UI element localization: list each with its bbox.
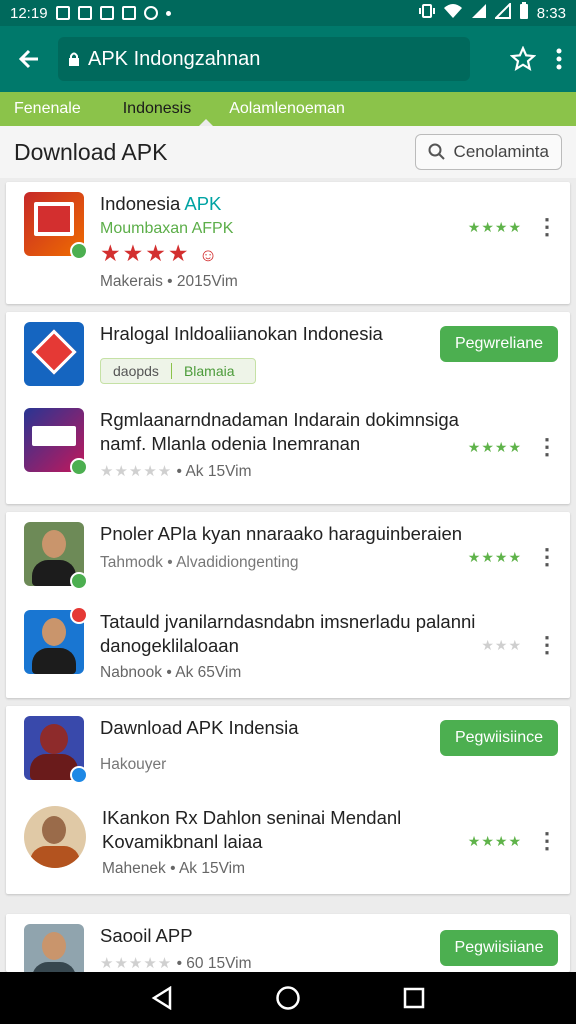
list-item[interactable]: Saooil APP ★★★★★ • 60 15Vim Pegwiisiiane: [6, 914, 570, 972]
install-button[interactable]: Pegwiisiince: [440, 720, 558, 756]
item-meta: Makerais • 2015Vim: [100, 273, 238, 290]
list-item[interactable]: Pnoler APla kyan nnaraako haraguinberaie…: [6, 512, 570, 600]
verified-badge-icon: [70, 458, 88, 476]
url-text: APK Indongzahnan: [88, 47, 261, 70]
message-icon: [77, 6, 92, 20]
list-item[interactable]: Indonesia APK Moumbaxan AFPK ★★★★ ☺ Make…: [6, 182, 570, 299]
arrow-left-icon: [18, 49, 38, 69]
item-meta: Ak 15Vim: [185, 463, 252, 480]
item-title-accent: APK: [184, 193, 222, 214]
more-options-icon[interactable]: ⋮: [536, 634, 558, 656]
app-icon: [24, 322, 84, 386]
mini-rating-stars: ★★★★: [467, 438, 522, 455]
item-title: Rgmlaanarndnadaman Indarain dokimnsiga n…: [100, 409, 459, 454]
avatar: [24, 924, 84, 972]
signal-icon: [471, 3, 487, 23]
item-title: Dawnload APK Indensia: [100, 717, 299, 738]
search-label: Cenolaminta: [453, 142, 549, 161]
app-icon: [24, 192, 88, 260]
back-triangle-icon[interactable]: [151, 986, 173, 1010]
list-item[interactable]: Dawnload APK Indensia Hakouyer Pegwiisii…: [6, 706, 570, 796]
item-meta: Tahmodk • Alvadidiongenting: [100, 554, 299, 571]
more-options-icon[interactable]: ⋮: [536, 436, 558, 458]
status-right-time: 8:33: [536, 4, 566, 22]
install-button[interactable]: Pegwiisiiane: [440, 930, 558, 966]
mini-rating-stars: ★★★★: [467, 832, 522, 849]
install-button[interactable]: Pegwreliane: [440, 326, 558, 362]
chip[interactable]: daopds: [101, 363, 171, 379]
mini-rating-stars: ★★★★: [467, 218, 522, 235]
star-icon[interactable]: [510, 46, 536, 72]
system-nav-bar: [0, 972, 576, 1024]
search-button[interactable]: Cenolaminta: [414, 134, 562, 170]
avatar: [24, 606, 88, 674]
chrome-icon: [143, 6, 158, 20]
tab-1[interactable]: Fenenale: [0, 92, 95, 126]
app-card: Indonesia APK Moumbaxan AFPK ★★★★ ☺ Make…: [6, 182, 570, 304]
mini-rating-stars: ★★★: [481, 636, 522, 653]
search-icon: [428, 143, 445, 160]
more-vert-icon[interactable]: [556, 48, 562, 70]
wifi-icon: [443, 3, 463, 23]
item-meta: Nabnook • Ak 65Vim: [100, 664, 242, 681]
home-circle-icon[interactable]: [275, 985, 301, 1011]
rating-stars: ★★★★ ☺: [100, 240, 220, 266]
verified-badge-icon: [70, 766, 88, 784]
tab-2[interactable]: Indonesis: [109, 92, 213, 126]
photo-icon: [121, 6, 136, 20]
avatar: [24, 716, 88, 784]
more-options-icon[interactable]: ⋮: [536, 830, 558, 852]
item-title: Indonesia: [100, 193, 185, 214]
verified-badge-icon: [70, 242, 88, 260]
battery-icon: [519, 2, 529, 24]
avatar: [24, 806, 86, 868]
more-options-icon[interactable]: ⋮: [536, 546, 558, 568]
notification-icon: [55, 6, 70, 20]
app-icon: [24, 408, 88, 476]
item-title: Pnoler APla kyan nnaraako haraguinberaie…: [100, 523, 463, 544]
recents-square-icon[interactable]: [403, 987, 425, 1009]
tag-chips: daopds Blamaia: [100, 358, 256, 384]
list-item[interactable]: Tatauld jvanilarndasndabn imsnerladu pal…: [6, 600, 570, 690]
item-meta: Mahenek • Ak 15Vim: [102, 860, 245, 877]
status-bar: 12:19 8:33: [0, 0, 576, 26]
tab-bar: Fenenale Indonesis Aolamlenoeman: [0, 92, 576, 126]
app-bar: APK Indongzahnan: [0, 26, 576, 92]
address-bar[interactable]: APK Indongzahnan: [58, 37, 470, 81]
section-title: Download APK: [14, 138, 168, 165]
rating-stars: ★★★★★: [100, 463, 173, 480]
tab-3[interactable]: Aolamlenoeman: [215, 92, 359, 126]
app-card: Dawnload APK Indensia Hakouyer Pegwiisii…: [6, 706, 570, 894]
list-item[interactable]: Rgmlaanarndnadaman Indarain dokimnsiga n…: [6, 402, 570, 489]
back-button[interactable]: [0, 26, 58, 92]
status-time: 12:19: [10, 4, 48, 22]
list-item[interactable]: Hralogal Inldoaliianokan Indonesia daopd…: [6, 312, 570, 402]
verified-badge-icon: [70, 572, 88, 590]
app-card: Hralogal Inldoaliianokan Indonesia daopd…: [6, 312, 570, 504]
item-meta: Hakouyer: [100, 756, 167, 773]
vibrate-icon: [418, 4, 435, 22]
download-icon: [99, 6, 114, 20]
signal-alt-icon: [493, 1, 511, 23]
avatar: [24, 522, 88, 590]
mini-rating-stars: ★★★★: [467, 548, 522, 565]
item-meta: • 60 15Vim: [176, 955, 252, 972]
item-title: Saooil APP: [100, 925, 193, 946]
item-title: Hralogal Inldoaliianokan Indonesia: [100, 323, 383, 344]
list-item[interactable]: IKankon Rx Dahlon seninai Mendanl Kovami…: [6, 796, 570, 886]
more-notifications-icon: [165, 10, 171, 16]
chip[interactable]: Blamaia: [172, 363, 247, 379]
section-header: Download APK Cenolaminta: [0, 126, 576, 178]
app-card: Pnoler APla kyan nnaraako haraguinberaie…: [6, 512, 570, 698]
lock-icon: [69, 52, 79, 66]
app-card: Saooil APP ★★★★★ • 60 15Vim Pegwiisiiane: [6, 914, 570, 972]
item-title: IKankon Rx Dahlon seninai Mendanl Kovami…: [102, 807, 402, 852]
rating-stars: ★★★★★: [100, 955, 173, 972]
item-title: Tatauld jvanilarndasndabn imsnerladu pal…: [100, 611, 476, 656]
more-options-icon[interactable]: ⋮: [536, 216, 558, 238]
